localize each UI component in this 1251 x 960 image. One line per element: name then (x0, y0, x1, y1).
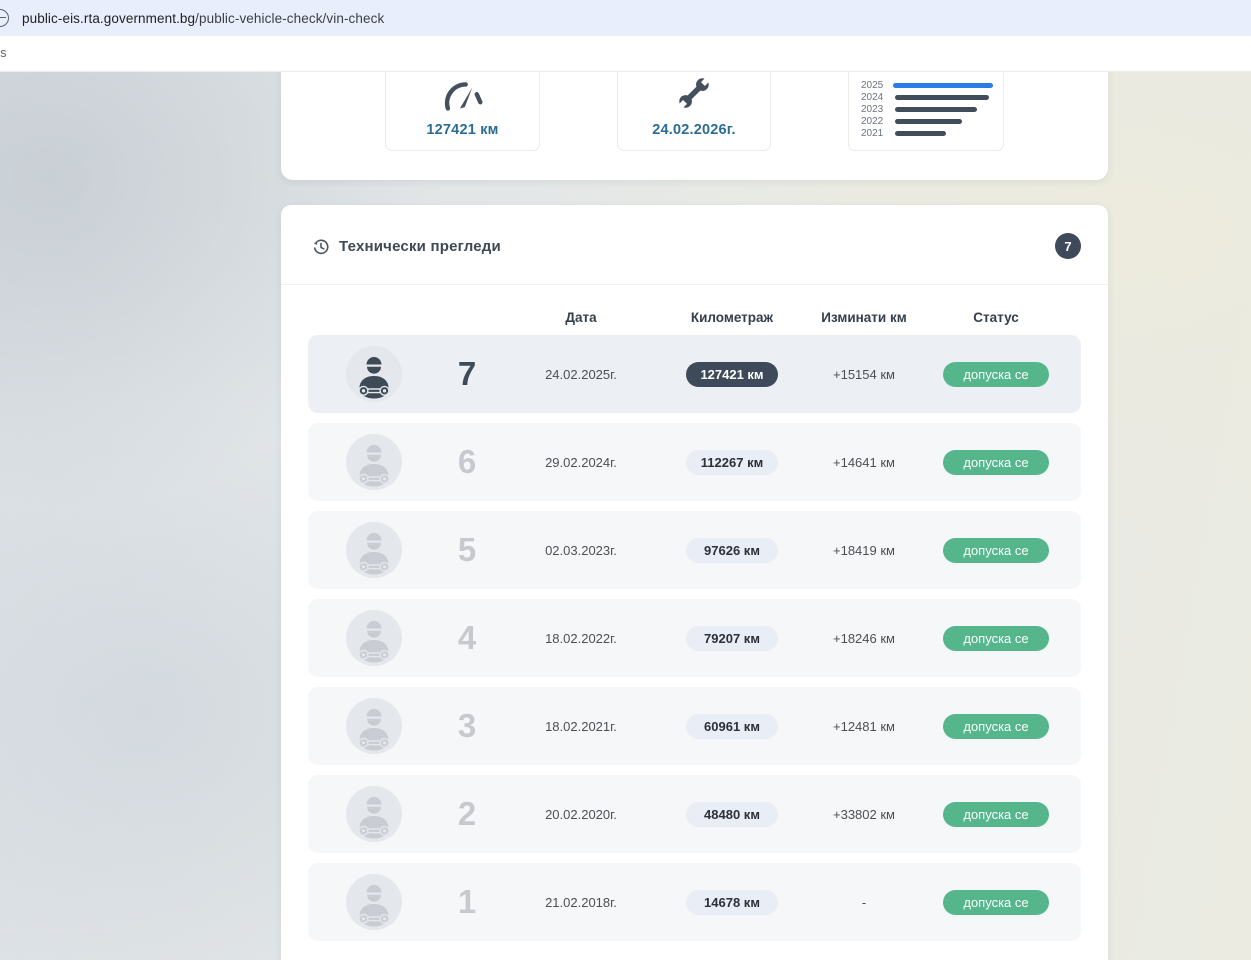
odometer-value: 127421 км (426, 122, 498, 138)
chart-year-label: 2024 (861, 92, 888, 103)
distance-delta: +33802 км (794, 775, 934, 853)
chart-row: 2024 (861, 91, 993, 103)
inspections-count-badge: 7 (1055, 233, 1081, 259)
status-badge: допуска се (943, 714, 1049, 739)
chart-bar (893, 83, 993, 88)
chart-row: 2023 (861, 103, 993, 115)
inspection-row: 4 18.02.2022г. 79207 км +18246 км допуск… (308, 599, 1081, 677)
distance-delta: +15154 км (794, 335, 934, 413)
chart-bar (895, 131, 946, 136)
inspection-date: 02.03.2023г. (511, 511, 651, 589)
mechanic-avatar (346, 874, 402, 930)
screen: 127421 км 24.02.2026г. 20252024202320222… (0, 0, 1251, 960)
inspection-row: 1 21.02.2018г. 14678 км - допуска се (308, 863, 1081, 941)
column-header-delta: Изминати км (794, 310, 934, 325)
mechanic-icon (346, 610, 402, 666)
chart-bar (895, 107, 977, 112)
inspection-number: 7 (437, 335, 497, 413)
column-header-date: Дата (511, 310, 651, 325)
status-badge: допуска се (943, 362, 1049, 387)
mechanic-avatar (346, 786, 402, 842)
odometer-badge: 14678 км (686, 890, 778, 915)
inspection-date: 29.02.2024г. (511, 423, 651, 501)
inspection-number: 3 (437, 687, 497, 765)
url-text[interactable]: public-eis.rta.government.bg/public-vehi… (22, 11, 384, 26)
odometer-badge: 97626 км (686, 538, 778, 563)
inspection-date: 24.02.2025г. (511, 335, 651, 413)
chart-row: 2025 (861, 79, 993, 91)
browser-url-bar[interactable]: public-eis.rta.government.bg/public-vehi… (0, 0, 1251, 36)
column-header-status: Статус (916, 310, 1076, 325)
inspection-number: 1 (437, 863, 497, 941)
inspection-date: 20.02.2020г. (511, 775, 651, 853)
odometer-badge: 79207 км (686, 626, 778, 651)
inspection-date: 18.02.2021г. (511, 687, 651, 765)
status-badge: допуска се (943, 538, 1049, 563)
inspection-row: 3 18.02.2021г. 60961 км +12481 км допуск… (308, 687, 1081, 765)
inspections-list: 7 24.02.2025г. 127421 км +15154 км допус… (308, 335, 1081, 951)
chart-year-label: 2023 (861, 104, 888, 115)
mechanic-icon (346, 346, 402, 402)
odometer-badge: 60961 км (686, 714, 778, 739)
chart-year-label: 2021 (861, 128, 888, 139)
next-inspection-date: 24.02.2026г. (652, 122, 736, 138)
table-column-headers: Дата Километраж Изминати км Статус (308, 300, 1081, 340)
chart-year-label: 2025 (861, 80, 886, 91)
inspection-number: 6 (437, 423, 497, 501)
chart-year-label: 2022 (861, 116, 888, 127)
chart-bar (895, 119, 962, 124)
mechanic-avatar (346, 698, 402, 754)
inspections-card: Технически прегледи 7 Дата Километраж Из… (281, 205, 1108, 960)
odometer-badge: 48480 км (686, 802, 778, 827)
distance-delta: +12481 км (794, 687, 934, 765)
odometer-badge: 112267 км (686, 450, 778, 475)
inspections-title: Технически прегледи (339, 238, 501, 255)
mechanic-icon (346, 874, 402, 930)
mechanic-avatar (346, 610, 402, 666)
odometer-badge: 127421 км (686, 362, 778, 387)
history-icon (313, 239, 329, 255)
inspection-date: 21.02.2018г. (511, 863, 651, 941)
mechanic-icon (346, 434, 402, 490)
status-badge: допуска се (943, 626, 1049, 651)
mechanic-icon (346, 786, 402, 842)
inspections-header: Технически прегледи 7 (281, 205, 1108, 285)
speedometer-icon (441, 80, 485, 112)
inspection-number: 4 (437, 599, 497, 677)
mechanic-avatar (346, 346, 402, 402)
inspection-row: 7 24.02.2025г. 127421 км +15154 км допус… (308, 335, 1081, 413)
site-info-icon[interactable] (0, 9, 9, 27)
inspection-row: 5 02.03.2023г. 97626 км +18419 км допуск… (308, 511, 1081, 589)
chart-rows: 20252024202320222021 (861, 79, 993, 139)
distance-delta: +18419 км (794, 511, 934, 589)
inspection-number: 2 (437, 775, 497, 853)
inspection-date: 18.02.2022г. (511, 599, 651, 677)
inspection-number: 5 (437, 511, 497, 589)
inspection-row: 2 20.02.2020г. 48480 км +33802 км допуск… (308, 775, 1081, 853)
bookmarks-bar: ks (0, 36, 1251, 72)
column-header-odometer: Километраж (666, 310, 798, 325)
status-badge: допуска се (943, 450, 1049, 475)
inspection-row: 6 29.02.2024г. 112267 км +14641 км допус… (308, 423, 1081, 501)
status-badge: допуска се (943, 802, 1049, 827)
chart-row: 2021 (861, 127, 993, 139)
status-badge: допуска се (943, 890, 1049, 915)
distance-delta: +14641 км (794, 423, 934, 501)
mechanic-icon (346, 522, 402, 578)
mechanic-avatar (346, 434, 402, 490)
url-domain: public-eis.rta.government.bg (22, 11, 195, 26)
mechanic-icon (346, 698, 402, 754)
distance-delta: +18246 км (794, 599, 934, 677)
bookmark-item-partial[interactable]: ks (0, 46, 7, 60)
chart-row: 2022 (861, 115, 993, 127)
wrench-icon (675, 74, 713, 112)
distance-delta: - (794, 863, 934, 941)
chart-bar (895, 95, 989, 100)
mechanic-avatar (346, 522, 402, 578)
url-path: /public-vehicle-check/vin-check (195, 11, 384, 26)
